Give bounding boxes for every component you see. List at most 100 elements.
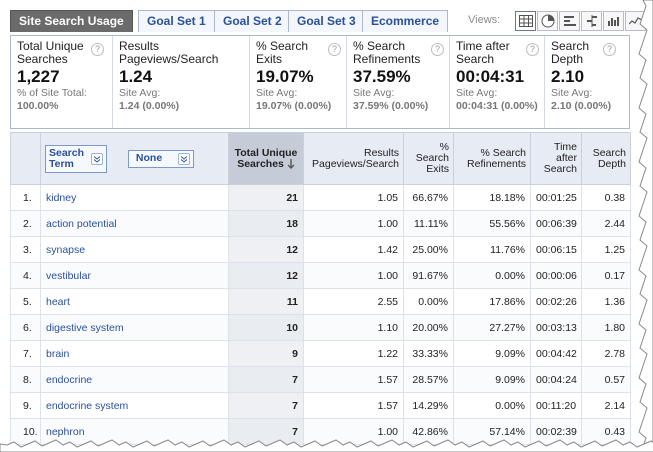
metric-value: 1,227 <box>17 67 60 86</box>
secondary-dimension-select[interactable]: None <box>127 149 195 168</box>
table-row: 3. synapse 12 1.42 25.00% 11.76% 00:06:15 1.25 <box>10 236 631 263</box>
help-icon[interactable]: ? <box>431 43 444 56</box>
row-number: 5. <box>10 288 41 315</box>
help-icon[interactable]: ? <box>603 43 616 56</box>
chevron-down-icon <box>91 152 103 165</box>
cell-total-unique-searches: 7 <box>228 392 304 419</box>
cell-search-refinements: 0.00% <box>453 392 531 419</box>
cell-search-refinements: 11.76% <box>453 236 531 263</box>
row-number: 2. <box>10 210 41 237</box>
cell-search-depth: 0.38 <box>581 184 631 211</box>
view-switcher <box>515 11 646 31</box>
metric-search-refinements: % Search Refinements ? 37.59% Site Avg: … <box>347 36 450 128</box>
metric-sub-label: Site Avg: <box>256 87 298 99</box>
cell-results-pageviews: 1.22 <box>303 340 404 367</box>
header-total-unique-searches[interactable]: Total Unique Searches <box>228 132 304 185</box>
help-icon[interactable]: ? <box>526 43 539 56</box>
cell-search-depth: 0.17 <box>581 262 631 289</box>
search-term-link[interactable]: brain <box>40 340 229 367</box>
cell-time-after-search: 00:03:13 <box>530 314 582 341</box>
table-row: 4. vestibular 12 1.00 91.67% 0.00% 00:00:06 0.1… <box>10 262 631 289</box>
table-row: 9. endocrine system 7 1.57 14.29% 0.00% 00:11:… <box>10 392 631 419</box>
cell-results-pageviews: 2.55 <box>303 288 404 315</box>
header-search-depth[interactable]: Search Depth <box>581 132 631 185</box>
metric-sub-label: Site Avg: <box>551 87 593 99</box>
row-number: 3. <box>10 236 41 263</box>
header-results-pageviews[interactable]: Results Pageviews/Search <box>303 132 404 185</box>
row-number: 7. <box>10 340 41 367</box>
bar-view-icon[interactable] <box>559 11 580 31</box>
cell-search-exits: 91.67% <box>403 262 454 289</box>
cell-search-refinements: 9.09% <box>453 366 531 393</box>
metric-search-exits: % Search Exits ? 19.07% Site Avg: 19.07%… <box>250 36 347 128</box>
cell-total-unique-searches: 7 <box>228 366 304 393</box>
cell-search-exits: 28.57% <box>403 366 454 393</box>
table-row: 1. kidney 21 1.05 66.67% 18.18% 00:01:25 0.38 <box>10 184 631 211</box>
search-term-link[interactable]: kidney <box>40 184 229 211</box>
metric-sub-value: 19.07% (0.00%) <box>256 100 332 112</box>
metric-title: Time after Search <box>456 39 510 66</box>
metric-results-pageviews: Results Pageviews/Search 1.24 Site Avg: … <box>113 36 250 128</box>
header-time-after-search[interactable]: Time after Search <box>530 132 582 185</box>
cell-time-after-search: 00:06:15 <box>530 236 582 263</box>
row-number: 6. <box>10 314 41 341</box>
cell-search-exits: 11.11% <box>403 210 454 237</box>
search-term-link[interactable]: action potential <box>40 210 229 237</box>
metric-title: % Search Refinements <box>353 39 421 66</box>
metric-title: Total Unique Searches <box>17 39 84 66</box>
pivot-view-icon[interactable] <box>603 11 624 31</box>
primary-dimension-select[interactable]: Search Term <box>45 144 107 173</box>
search-term-link[interactable]: vestibular <box>40 262 229 289</box>
cell-results-pageviews: 1.57 <box>303 392 404 419</box>
table-row: 5. heart 11 2.55 0.00% 17.86% 00:02:26 1.36 <box>10 288 631 315</box>
pie-view-icon[interactable] <box>537 11 558 31</box>
table-view-icon[interactable] <box>515 11 536 31</box>
primary-dimension-label: Search Term <box>49 146 85 170</box>
search-term-link[interactable]: endocrine system <box>40 392 229 419</box>
row-number: 1. <box>10 184 41 211</box>
cell-time-after-search: 00:04:24 <box>530 366 582 393</box>
header-search-refinements[interactable]: % Search Refinements <box>453 132 531 185</box>
row-number: 9. <box>10 392 41 419</box>
cell-results-pageviews: 1.57 <box>303 366 404 393</box>
cell-total-unique-searches: 10 <box>228 314 304 341</box>
cell-search-refinements: 55.56% <box>453 210 531 237</box>
torn-edge-bottom <box>0 439 653 452</box>
search-term-link[interactable]: synapse <box>40 236 229 263</box>
metric-sub-value: 2.10 (0.00%) <box>551 100 612 112</box>
search-term-link[interactable]: endocrine <box>40 366 229 393</box>
search-terms-table: Search Term None Total Unique Searches R… <box>10 132 631 445</box>
table-row: 7. brain 9 1.22 33.33% 9.09% 00:04:42 2.78 <box>10 340 631 367</box>
tab-site-search-usage[interactable]: Site Search Usage <box>10 10 133 32</box>
cell-time-after-search: 00:04:42 <box>530 340 582 367</box>
cell-search-refinements: 18.18% <box>453 184 531 211</box>
help-icon[interactable]: ? <box>91 43 104 56</box>
tab-goal-set-3[interactable]: Goal Set 3 <box>288 10 365 32</box>
metric-sub-label: % of Site Total: <box>17 87 87 99</box>
metric-title: % Search Exits <box>256 39 309 66</box>
metric-search-depth: Search Depth ? 2.10 Site Avg: 2.10 (0.00… <box>545 36 629 128</box>
tab-goal-set-2[interactable]: Goal Set 2 <box>214 10 291 32</box>
metric-value: 19.07% <box>256 67 314 86</box>
cell-search-depth: 1.80 <box>581 314 631 341</box>
search-term-link[interactable]: digestive system <box>40 314 229 341</box>
search-term-link[interactable]: heart <box>40 288 229 315</box>
tab-goal-set-1[interactable]: Goal Set 1 <box>138 10 215 32</box>
comparison-view-icon[interactable] <box>581 11 602 31</box>
cell-search-depth: 2.44 <box>581 210 631 237</box>
cell-search-exits: 66.67% <box>403 184 454 211</box>
header-search-exits[interactable]: % Search Exits <box>403 132 454 185</box>
table-body: 1. kidney 21 1.05 66.67% 18.18% 00:01:25 0.38 2.… <box>10 184 631 445</box>
cell-search-depth: 0.57 <box>581 366 631 393</box>
metric-value: 00:04:31 <box>456 67 525 86</box>
cell-search-depth: 2.14 <box>581 392 631 419</box>
tab-ecommerce[interactable]: Ecommerce <box>362 10 449 32</box>
metric-sub-value: 00:04:31 (0.00%) <box>456 100 538 112</box>
metric-title: Search Depth <box>551 39 590 66</box>
cell-search-depth: 2.78 <box>581 340 631 367</box>
cell-time-after-search: 00:01:25 <box>530 184 582 211</box>
metric-value: 1.24 <box>119 67 153 86</box>
cell-total-unique-searches: 9 <box>228 340 304 367</box>
cell-search-exits: 25.00% <box>403 236 454 263</box>
help-icon[interactable]: ? <box>328 43 341 56</box>
